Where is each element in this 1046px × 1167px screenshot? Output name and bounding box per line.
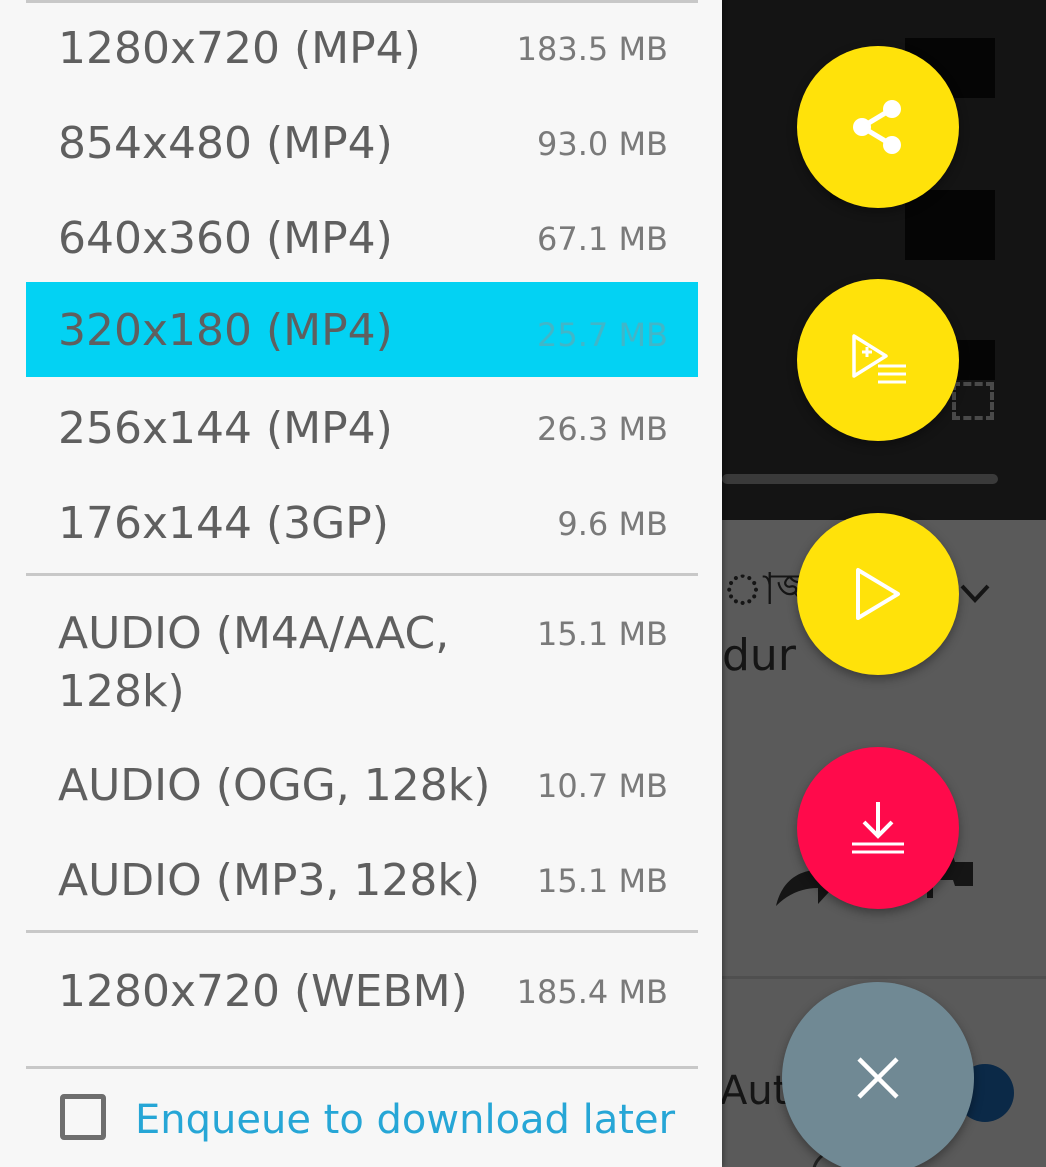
format-item-audio-m4a[interactable]: AUDIO (M4A/AAC, 128k) 15.1 MB (26, 605, 698, 721)
enqueue-checkbox[interactable] (60, 1094, 106, 1140)
format-item-176x144-3gp[interactable]: 176x144 (3GP) 9.6 MB (26, 495, 698, 553)
format-item-854x480-mp4[interactable]: 854x480 (MP4) 93.0 MB (26, 115, 698, 173)
format-label: 176x144 (3GP) (58, 498, 389, 549)
format-item-audio-mp3[interactable]: AUDIO (MP3, 128k) 15.1 MB (26, 852, 698, 910)
menu-divider (26, 1066, 698, 1069)
menu-divider (26, 573, 698, 576)
format-item-640x360-mp4[interactable]: 640x360 (MP4) 67.1 MB (26, 210, 698, 268)
format-size: 93.0 MB (537, 125, 668, 163)
format-item-256x144-mp4[interactable]: 256x144 (MP4) 26.3 MB (26, 400, 698, 458)
play-icon (856, 568, 900, 620)
format-size: 9.6 MB (557, 505, 668, 543)
video-uploader-fragment: dur (722, 630, 796, 681)
menu-divider (26, 0, 698, 3)
format-size: 10.7 MB (537, 767, 668, 805)
chevron-down-icon (960, 584, 990, 603)
format-label: 1280x720 (WEBM) (58, 966, 468, 1017)
menu-divider (26, 930, 698, 933)
video-progress-bar (722, 474, 998, 484)
fullscreen-icon (952, 382, 994, 420)
format-size: 183.5 MB (516, 30, 668, 68)
format-item-1280x720-mp4[interactable]: 1280x720 (MP4) 183.5 MB (26, 20, 698, 78)
download-icon (852, 802, 904, 854)
close-button[interactable] (782, 982, 974, 1167)
format-label: AUDIO (OGG, 128k) (58, 760, 491, 811)
format-size: 25.7 MB (537, 316, 668, 354)
add-to-playlist-button[interactable] (797, 279, 959, 441)
format-size: 26.3 MB (537, 410, 668, 448)
format-label: AUDIO (M4A/AAC, 128k) (58, 608, 450, 717)
format-item-320x180-mp4-selected[interactable]: 320x180 (MP4) 25.7 MB (26, 282, 698, 377)
format-item-1280x720-webm[interactable]: 1280x720 (WEBM) 185.4 MB (26, 963, 698, 1021)
format-label: 320x180 (MP4) (58, 305, 393, 356)
format-size: 67.1 MB (537, 220, 668, 258)
format-item-audio-ogg[interactable]: AUDIO (OGG, 128k) 10.7 MB (26, 757, 698, 815)
format-label: AUDIO (MP3, 128k) (58, 855, 481, 906)
play-button[interactable] (797, 513, 959, 675)
format-label: 1280x720 (MP4) (58, 23, 421, 74)
format-label: 854x480 (MP4) (58, 118, 393, 169)
download-button[interactable] (797, 747, 959, 909)
enqueue-checkbox-label[interactable]: Enqueue to download later (135, 1092, 675, 1148)
playlist-add-icon (852, 334, 906, 384)
format-size: 15.1 MB (537, 862, 668, 900)
format-size: 185.4 MB (516, 973, 668, 1011)
video-frame-block (905, 190, 995, 260)
download-format-menu: 1280x720 (MP4) 183.5 MB 854x480 (MP4) 93… (0, 0, 722, 1167)
format-size: 15.1 MB (537, 615, 668, 653)
close-icon (857, 1057, 899, 1099)
format-label: 256x144 (MP4) (58, 403, 393, 454)
format-label: 640x360 (MP4) (58, 213, 393, 264)
share-button[interactable] (797, 46, 959, 208)
share-icon (853, 100, 901, 154)
